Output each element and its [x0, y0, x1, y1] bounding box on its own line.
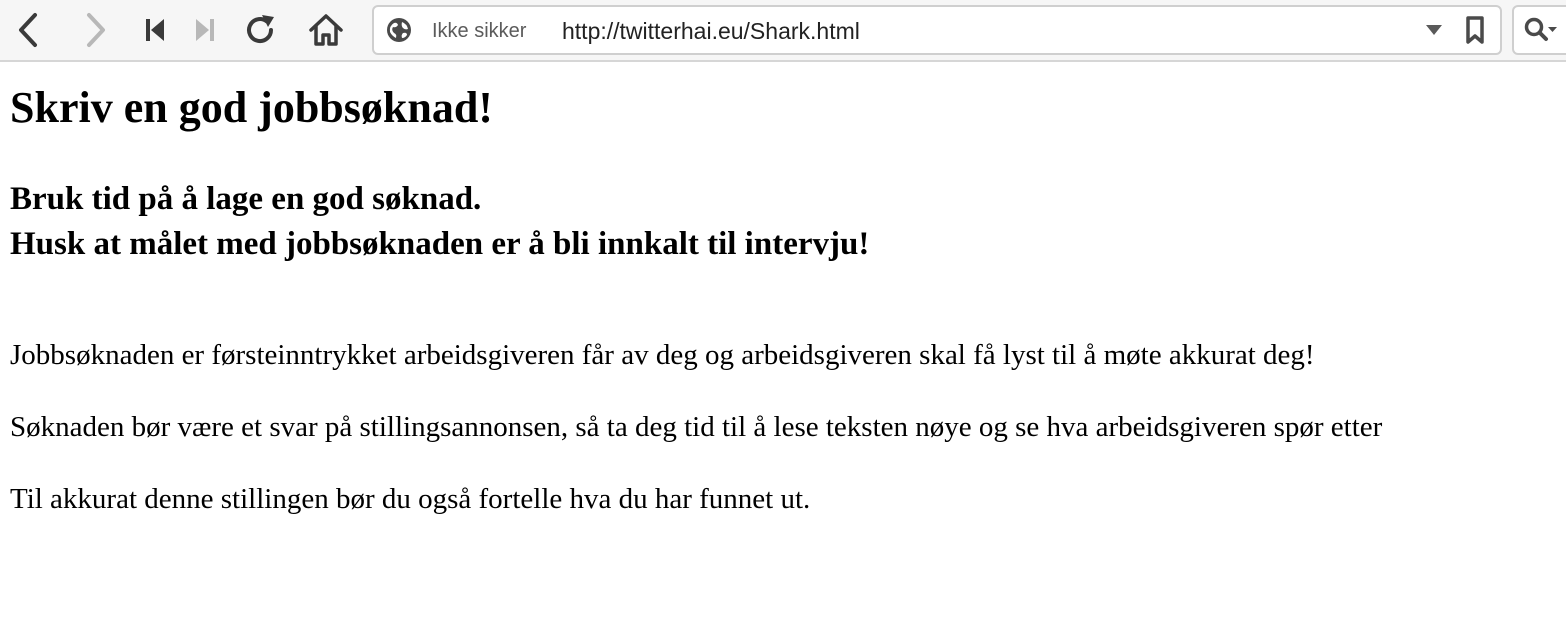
address-bar[interactable]: Ikke sikker http://twitterhai.eu/Shark.h…: [372, 5, 1502, 55]
skip-back-button[interactable]: [134, 8, 178, 52]
search-icon: [1524, 17, 1557, 41]
subheading-line-1: Bruk tid på å lage en god søknad.: [10, 181, 482, 217]
home-icon: [309, 14, 343, 46]
page-content: Skriv en god jobbsøknad! Bruk tid på å l…: [0, 64, 1566, 620]
reload-button[interactable]: [238, 8, 282, 52]
url-text[interactable]: http://twitterhai.eu/Shark.html: [562, 19, 860, 43]
reload-icon: [247, 15, 274, 43]
forward-button[interactable]: [74, 8, 118, 52]
chevron-left-icon: [19, 13, 37, 47]
triangle-down-icon[interactable]: [1424, 23, 1444, 37]
search-button[interactable]: [1512, 5, 1566, 55]
home-button[interactable]: [304, 8, 348, 52]
subheading-line-2: Husk at målet med jobbsøknaden er å bli …: [10, 226, 870, 262]
browser-toolbar: Ikke sikker http://twitterhai.eu/Shark.h…: [0, 0, 1566, 62]
back-button[interactable]: [6, 8, 50, 52]
globe-icon: [387, 18, 411, 42]
bookmark-icon[interactable]: [1464, 15, 1486, 45]
page-title: Skriv en god jobbsøknad!: [10, 83, 493, 132]
paragraph-2: Søknaden bør være et svar på stillingsan…: [10, 411, 1383, 443]
paragraph-3: Til akkurat denne stillingen bør du også…: [10, 483, 811, 515]
skip-to-end-icon: [196, 19, 214, 41]
skip-to-start-icon: [146, 19, 164, 41]
skip-forward-button[interactable]: [182, 8, 226, 52]
security-label: Ikke sikker: [432, 20, 527, 42]
paragraph-1: Jobbsøknaden er førsteinntrykket arbeids…: [10, 339, 1315, 371]
chevron-right-icon: [87, 13, 105, 47]
